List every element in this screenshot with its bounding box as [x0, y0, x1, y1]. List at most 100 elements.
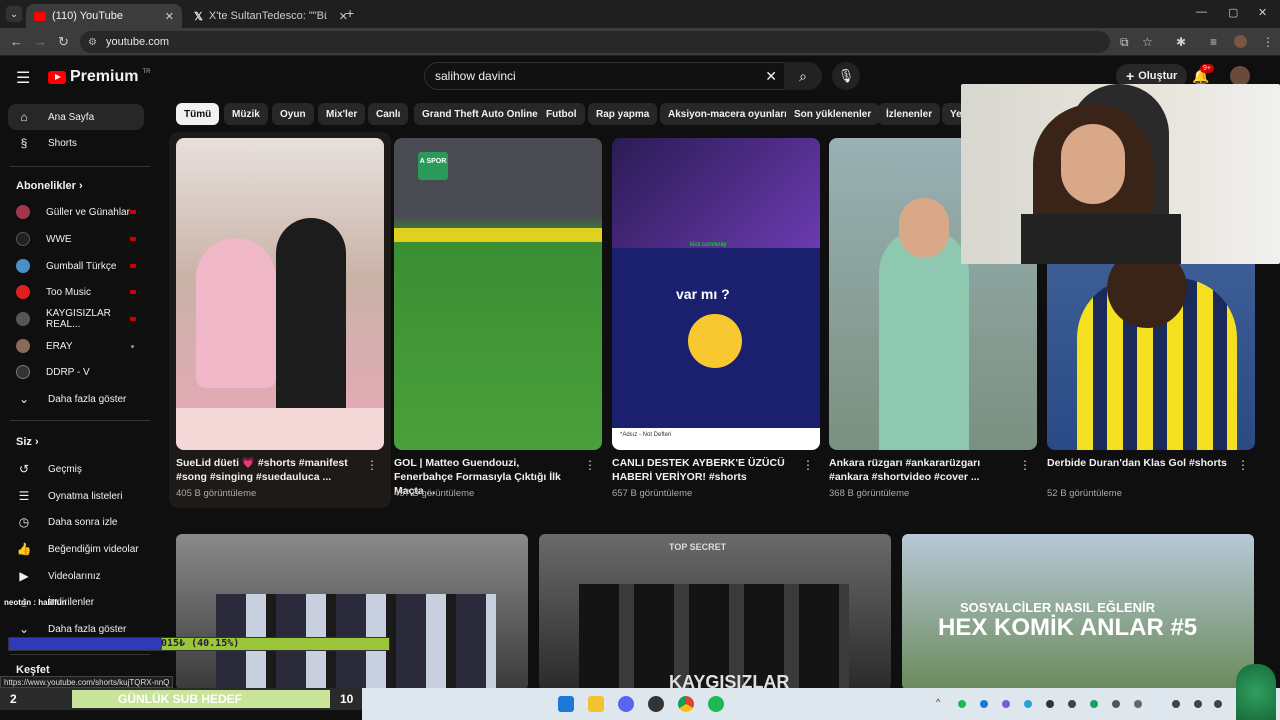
chip-rap[interactable]: Rap yapma	[588, 103, 658, 125]
playlist-icon: ☰	[18, 489, 30, 503]
sidebar-item-home[interactable]: ⌂ Ana Sayfa	[8, 104, 144, 130]
search-input[interactable]: salihow davinci ✕	[424, 62, 790, 90]
tray-app-icon[interactable]	[1046, 700, 1054, 708]
youtube-logo[interactable]: Premium TR	[48, 68, 150, 86]
tray-app-icon[interactable]	[958, 700, 966, 708]
discord-icon[interactable]	[618, 696, 634, 712]
bookmark-star-icon[interactable]: ☆	[1142, 35, 1153, 49]
chip-watched[interactable]: İzlenenler	[878, 103, 941, 125]
sidebar-item-subscription[interactable]: DDRP - V	[8, 359, 144, 385]
media-controls-icon[interactable]: ≡	[1210, 35, 1217, 49]
chip-action-adventure[interactable]: Aksiyon-macera oyunları	[660, 103, 795, 125]
minimize-icon[interactable]: —	[1196, 6, 1207, 18]
restore-icon[interactable]: ▢	[1228, 6, 1238, 19]
forward-icon[interactable]: →	[34, 34, 47, 49]
video-thumbnail[interactable]	[176, 534, 528, 690]
tray-chevron-icon[interactable]: ^	[936, 697, 944, 707]
video-thumbnail[interactable]: TOP SECRET KAYGISIZLAR	[539, 534, 891, 690]
notifications-button[interactable]: 🔔 9+	[1192, 64, 1214, 85]
tab-x[interactable]: 𝕏 X'te SultanTedesco: ""Bütün Fe ✕	[186, 4, 356, 28]
extensions-icon[interactable]: ✱	[1176, 35, 1186, 49]
show-more-subscriptions[interactable]: ⌄ Daha fazla göster	[8, 386, 144, 412]
chip-gta-online[interactable]: Grand Theft Auto Online	[414, 103, 546, 125]
chip-mixes[interactable]: Mix'ler	[318, 103, 366, 125]
sidebar-item-watch-later[interactable]: ◷ Daha sonra izle	[8, 509, 144, 535]
search-button[interactable]: ⌕	[784, 62, 822, 90]
reload-icon[interactable]: ↻	[58, 34, 69, 50]
video-more-options-icon[interactable]: ⋮	[366, 458, 378, 472]
sidebar-item-your-videos[interactable]: ▶ Videolarınız	[8, 563, 144, 589]
chip-football[interactable]: Futbol	[538, 103, 585, 125]
video-thumbnail[interactable]: kick.com/eray var mı ? *Adsız - Not Deft…	[612, 138, 820, 450]
app-icon[interactable]	[648, 696, 664, 712]
sidebar-item-label: Güller ve Günahlar	[46, 206, 130, 218]
account-avatar[interactable]	[1230, 66, 1250, 86]
clear-search-icon[interactable]: ✕	[765, 68, 777, 85]
microphone-tray-icon[interactable]	[1172, 700, 1180, 708]
browser-menu-icon[interactable]: ⋮	[1262, 35, 1274, 49]
video-card[interactable]: SueLid düeti 💗 #shorts #manifest #song #…	[176, 138, 384, 499]
chip-live[interactable]: Canlı	[368, 103, 409, 125]
tray-app-icon[interactable]	[1068, 700, 1076, 708]
windows-start-icon[interactable]	[558, 696, 574, 712]
chip-recently-uploaded[interactable]: Son yüklenenler	[786, 103, 880, 125]
tray-app-icon[interactable]	[1024, 700, 1032, 708]
video-card[interactable]: kick.com/eray var mı ? *Adsız - Not Deft…	[612, 138, 820, 499]
you-heading[interactable]: Siz ›	[16, 436, 39, 448]
video-thumbnail[interactable]: SOSYALCİLER NASIL EĞLENİR HEX KOMİK ANLA…	[902, 534, 1254, 690]
video-title[interactable]: Derbide Duran'dan Klas Gol #shorts	[1047, 456, 1227, 470]
tray-app-icon[interactable]	[1112, 700, 1120, 708]
video-thumbnail[interactable]: A SPOR	[394, 138, 602, 450]
video-title[interactable]: Ankara rüzgarı #ankararüzgarı #ankara #s…	[829, 456, 1009, 484]
profile-avatar[interactable]	[1234, 35, 1247, 48]
sidebar-item-subscription[interactable]: Too Music	[8, 279, 144, 305]
volume-icon[interactable]	[1214, 700, 1222, 708]
video-title[interactable]: SueLid düeti 💗 #shorts #manifest #song #…	[176, 456, 356, 484]
sidebar-item-subscription[interactable]: WWE	[8, 226, 144, 252]
subscriptions-heading[interactable]: Abonelikler ›	[16, 180, 83, 192]
sidebar-item-subscription[interactable]: ERAY	[8, 333, 144, 359]
notification-badge: 9+	[1200, 64, 1214, 73]
new-tab-button[interactable]: +	[346, 5, 354, 21]
tab-list-button[interactable]: ⌄	[6, 6, 22, 22]
sidebar-item-liked[interactable]: 👍 Beğendiğim videolar	[8, 536, 144, 562]
tray-app-icon[interactable]	[980, 700, 988, 708]
network-icon[interactable]	[1194, 700, 1202, 708]
voice-search-button[interactable]: 🎙	[832, 62, 860, 90]
back-icon[interactable]: ←	[10, 34, 23, 49]
chip-all[interactable]: Tümü	[176, 103, 220, 125]
video-more-options-icon[interactable]: ⋮	[1237, 458, 1249, 472]
sidebar-item-subscription[interactable]: KAYGISIZLAR REAL...	[8, 306, 144, 332]
video-more-options-icon[interactable]: ⋮	[802, 458, 814, 472]
thumbnail-caption: var mı ?	[676, 286, 730, 302]
site-info-icon[interactable]: ⚙	[88, 37, 97, 48]
tray-app-icon[interactable]	[1090, 700, 1098, 708]
video-thumbnail[interactable]	[176, 138, 384, 450]
heading-text: Siz	[16, 436, 32, 448]
video-more-options-icon[interactable]: ⋮	[584, 458, 596, 472]
close-tab-icon[interactable]: ✕	[165, 10, 174, 23]
video-card[interactable]: A SPOR GOL | Matteo Guendouzi, Fenerbahç…	[394, 138, 602, 499]
url-field[interactable]: ⚙ youtube.com	[80, 31, 1110, 53]
sidebar-item-subscription[interactable]: Güller ve Günahlar	[8, 199, 144, 225]
close-window-icon[interactable]: ✕	[1258, 6, 1267, 19]
sidebar-item-playlists[interactable]: ☰ Oynatma listeleri	[8, 483, 144, 509]
chrome-icon[interactable]	[678, 696, 694, 712]
hamburger-menu-icon[interactable]: ☰	[16, 68, 30, 88]
tray-app-icon[interactable]	[1002, 700, 1010, 708]
tab-youtube[interactable]: (110) YouTube ✕	[26, 4, 182, 28]
tray-app-icon[interactable]	[1134, 700, 1142, 708]
video-title[interactable]: CANLI DESTEK AYBERK'E ÜZÜCÜ HABERİ VERİY…	[612, 456, 792, 484]
chip-gaming[interactable]: Oyun	[272, 103, 314, 125]
sidebar-item-shorts[interactable]: § Shorts	[8, 130, 144, 156]
chat-message: neotrin : halilfun	[4, 598, 67, 607]
cast-icon[interactable]: ⧉	[1120, 35, 1129, 50]
tab-title: X'te SultanTedesco: ""Bütün Fe	[208, 10, 327, 22]
channel-avatar	[16, 259, 30, 273]
sidebar-item-history[interactable]: ↺ Geçmiş	[8, 456, 144, 482]
spotify-icon[interactable]	[708, 696, 724, 712]
chip-music[interactable]: Müzik	[224, 103, 268, 125]
file-explorer-icon[interactable]	[588, 696, 604, 712]
video-more-options-icon[interactable]: ⋮	[1019, 458, 1031, 472]
sidebar-item-subscription[interactable]: Gumball Türkçe	[8, 253, 144, 279]
